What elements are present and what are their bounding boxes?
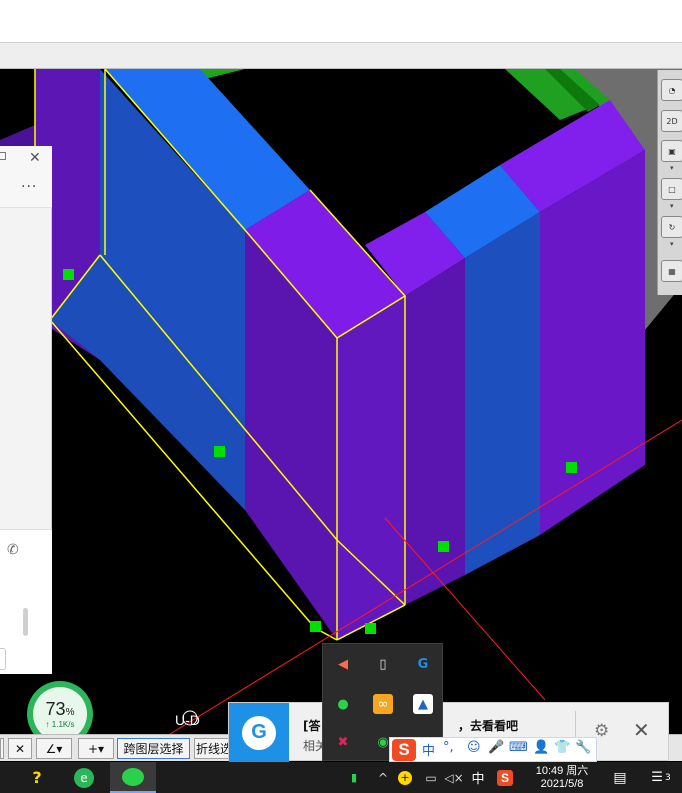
chevron-down-icon[interactable]: ▾ <box>670 164 674 172</box>
chevron-up-icon[interactable]: ^ <box>376 762 390 793</box>
speed-inner: 73% ↑ 1.1K/s <box>33 687 87 741</box>
ime-indicator[interactable]: 中 <box>468 762 488 793</box>
right-wall-face-blue <box>465 212 540 575</box>
clock-time: 10:49 周六 <box>535 765 589 777</box>
speaker-app-icon[interactable]: ◀ <box>333 654 353 674</box>
axis-label: U-D <box>175 712 200 728</box>
maximize-icon[interactable] <box>0 152 6 160</box>
network-icon[interactable]: ▭ <box>421 762 441 793</box>
emoji-icon[interactable]: ☺ <box>467 740 481 755</box>
status-button-edge[interactable] <box>0 738 4 759</box>
more-options-button[interactable]: ··· <box>21 179 37 195</box>
green-browser-icon[interactable]: e <box>66 762 102 793</box>
model-drawing <box>0 69 682 734</box>
tools-icon[interactable]: 🔧 <box>575 740 591 755</box>
upload-rate: ↑ 1.1K/s <box>45 720 75 729</box>
clock[interactable]: 10:49 周六 2021/5/8 <box>522 765 602 791</box>
view-3d-box-button[interactable]: ▣ <box>661 140 682 162</box>
skin-icon[interactable]: 👕 <box>554 740 570 755</box>
xmind-icon[interactable]: ✖ <box>333 732 353 752</box>
cloud-sync-icon[interactable]: ∞ <box>373 694 393 714</box>
notification-count: 3 <box>664 772 671 783</box>
chevron-down-icon[interactable]: ▾ <box>670 240 674 248</box>
notification-title-suffix: ，去看看吧 <box>458 719 519 733</box>
right-wall-face-purple <box>405 258 465 605</box>
app-tray-icon[interactable]: + <box>396 762 414 793</box>
chat-window: ✕ ··· ✆ <box>0 146 52 674</box>
close-icon[interactable]: ✕ <box>29 150 41 166</box>
wechat-taskbar-button[interactable] <box>110 762 156 793</box>
right-wall-face-purple2 <box>540 150 645 535</box>
cancel-select-button[interactable]: ✕ <box>8 738 32 759</box>
view-2d-button[interactable]: 2D <box>661 110 682 132</box>
chevron-down-icon[interactable]: ▾ <box>670 202 674 210</box>
battery-icon[interactable]: ▮ <box>346 762 362 793</box>
screen: ◔ 2D ▣ ▾ □ ▾ ↻ ▾ ▦ ✕ ··· ✆ 73% ↑ 1.1K/s … <box>0 0 682 793</box>
sogou-tray-icon[interactable]: S <box>494 762 516 793</box>
notification-title: [答 <box>303 719 321 733</box>
scrollbar[interactable] <box>23 608 28 636</box>
ribbon-bar <box>0 42 682 69</box>
sogou-logo-icon[interactable]: S <box>392 739 416 761</box>
wechat-icon[interactable]: ● <box>333 694 353 714</box>
snap-angle-button[interactable]: ∠▾ <box>36 738 72 759</box>
app-g-icon[interactable]: G <box>413 654 433 674</box>
ime-punct-toggle[interactable]: °, <box>443 740 454 755</box>
app-logo-icon: G <box>229 703 289 762</box>
clock-date: 2021/5/8 <box>540 778 584 790</box>
close-icon[interactable]: ✕ <box>633 718 650 742</box>
usb-drive-icon[interactable]: ▯ <box>373 654 393 674</box>
send-button[interactable] <box>0 648 6 670</box>
view-box-button[interactable]: □ <box>661 178 682 200</box>
window-top-area <box>0 0 682 42</box>
view-orbit-button[interactable]: ◔ <box>661 79 682 101</box>
action-center-icon[interactable]: ☰ 3 <box>646 762 676 793</box>
cross-layer-select-button[interactable]: 跨图层选择 <box>117 738 190 759</box>
help-app-icon[interactable]: ? <box>22 762 52 793</box>
ime-toolbar: S 中 °, ☺ 🎤 ⌨ 👤 👕 🔧 <box>389 737 597 762</box>
taskbar: ? e ▮ ^ + ▭ ◁× 中 S 10:49 周六 2021/5/8 ▤ ☰… <box>0 762 682 793</box>
view-grid-button[interactable]: ▦ <box>661 260 682 282</box>
memory-percent: 73% <box>45 699 75 719</box>
phone-icon[interactable]: ✆ <box>7 542 19 558</box>
store-icon[interactable]: ▲ <box>413 694 433 714</box>
ime-mode-toggle[interactable]: 中 <box>422 740 435 759</box>
mic-icon[interactable]: 🎤 <box>488 740 504 755</box>
view-rotate-button[interactable]: ↻ <box>661 216 682 238</box>
cad-3d-viewport[interactable] <box>0 69 682 734</box>
chat-header: ✕ ··· <box>0 146 52 208</box>
volume-muted-icon[interactable]: ◁× <box>444 762 464 793</box>
keyboard-icon[interactable]: ⌨ <box>509 740 528 755</box>
task-badge-icon[interactable]: ▤ <box>608 762 632 793</box>
wall-end-face <box>337 296 405 640</box>
snap-offset-button[interactable]: +▾ <box>78 738 114 759</box>
user-icon[interactable]: 👤 <box>533 740 549 755</box>
view-cube-toolbar: ◔ 2D ▣ ▾ □ ▾ ↻ ▾ ▦ <box>657 70 682 295</box>
chat-input-area[interactable]: ✆ <box>0 529 52 674</box>
